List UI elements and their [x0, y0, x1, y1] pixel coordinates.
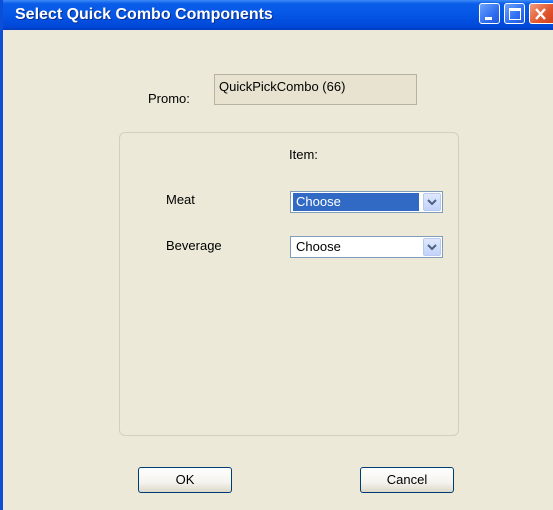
meat-dropdown[interactable]: Choose — [290, 191, 443, 213]
beverage-dropdown[interactable]: Choose — [290, 236, 443, 258]
components-group-box — [119, 132, 459, 436]
beverage-dropdown-arrow[interactable] — [423, 238, 441, 256]
promo-label: Promo: — [148, 91, 190, 106]
meat-dropdown-arrow[interactable] — [423, 193, 441, 211]
beverage-dropdown-value: Choose — [296, 239, 341, 254]
cancel-button[interactable]: Cancel — [360, 467, 454, 493]
chevron-down-icon — [427, 244, 437, 251]
beverage-label: Beverage — [166, 238, 222, 253]
item-column-header: Item: — [289, 147, 318, 162]
meat-dropdown-value: Choose — [293, 193, 419, 211]
close-button[interactable] — [529, 3, 553, 24]
title-bar[interactable]: Select Quick Combo Components — [3, 0, 553, 30]
maximize-icon — [509, 8, 521, 20]
dialog-window: Select Quick Combo Components Promo: Qui… — [0, 0, 553, 510]
window-title: Select Quick Combo Components — [15, 6, 273, 23]
maximize-button[interactable] — [504, 3, 525, 24]
minimize-icon — [485, 17, 492, 20]
dialog-content: Promo: QuickPickCombo (66) Item: Meat Ch… — [3, 30, 553, 510]
meat-label: Meat — [166, 192, 195, 207]
ok-button[interactable]: OK — [138, 467, 232, 493]
minimize-button[interactable] — [479, 3, 500, 24]
promo-value-field: QuickPickCombo (66) — [214, 74, 417, 105]
chevron-down-icon — [427, 199, 437, 206]
close-icon — [535, 8, 546, 20]
